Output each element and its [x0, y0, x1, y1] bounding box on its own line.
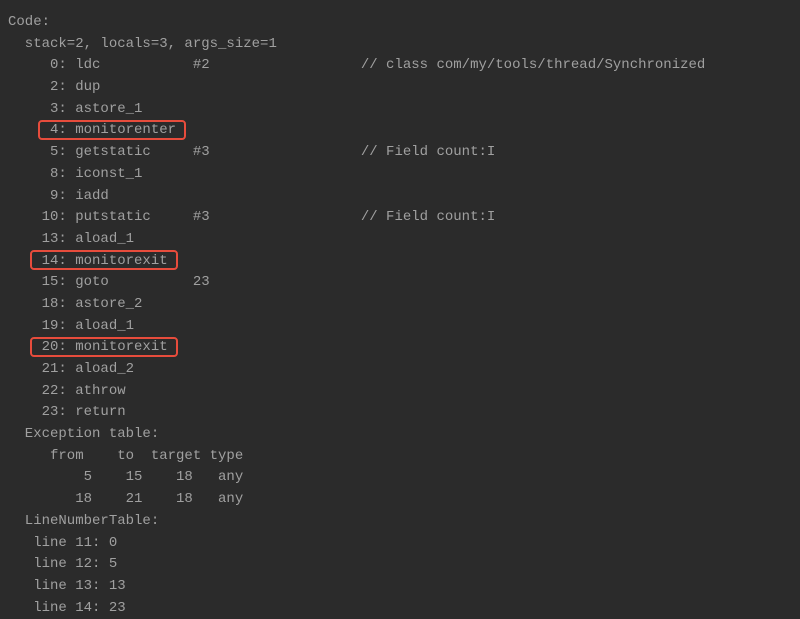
code-header: Code:	[8, 12, 792, 34]
instruction-line: 5: getstatic #3 // Field count:I	[8, 142, 792, 164]
instruction-line: 8: iconst_1	[8, 164, 792, 186]
exception-table-row: 5 15 18 any	[8, 467, 792, 489]
instruction-line: 3: astore_1	[8, 99, 792, 121]
stack-info: stack=2, locals=3, args_size=1	[8, 34, 792, 56]
instruction-line: 9: iadd	[8, 186, 792, 208]
instruction-line: 2: dup	[8, 77, 792, 99]
bytecode-listing: Code: stack=2, locals=3, args_size=1 0: …	[8, 12, 792, 619]
exception-table-header: from to target type	[8, 446, 792, 468]
instruction-line: 19: aload_1	[8, 316, 792, 338]
instruction-line: 22: athrow	[8, 381, 792, 403]
instruction-line: 20: monitorexit	[8, 337, 792, 359]
instruction-line: 4: monitorenter	[8, 120, 792, 142]
linenumber-table-title: LineNumberTable:	[8, 511, 792, 533]
instructions-block: 0: ldc #2 // class com/my/tools/thread/S…	[8, 55, 792, 424]
instruction-line: 10: putstatic #3 // Field count:I	[8, 207, 792, 229]
instruction-line: 13: aload_1	[8, 229, 792, 251]
instruction-line: 14: monitorexit	[8, 251, 792, 273]
instruction-line: 21: aload_2	[8, 359, 792, 381]
instruction-line: 18: astore_2	[8, 294, 792, 316]
exception-table-row: 18 21 18 any	[8, 489, 792, 511]
linenumber-row: line 14: 23	[8, 598, 792, 619]
instruction-line: 23: return	[8, 402, 792, 424]
linenumber-row: line 11: 0	[8, 533, 792, 555]
exception-table-title: Exception table:	[8, 424, 792, 446]
instruction-line: 0: ldc #2 // class com/my/tools/thread/S…	[8, 55, 792, 77]
instruction-line: 15: goto 23	[8, 272, 792, 294]
linenumber-row: line 12: 5	[8, 554, 792, 576]
linenumber-row: line 13: 13	[8, 576, 792, 598]
